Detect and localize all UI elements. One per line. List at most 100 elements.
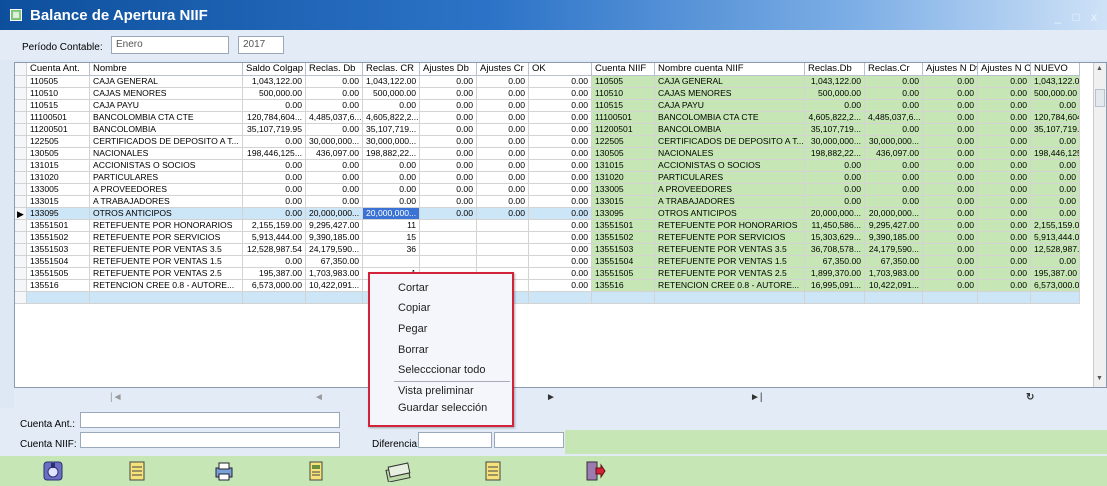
table-cell[interactable]: 0.00 (306, 88, 363, 100)
table-cell[interactable]: 0.00 (529, 268, 592, 280)
scroll-thumb[interactable] (1095, 89, 1105, 107)
table-cell[interactable]: 0.00 (477, 172, 529, 184)
table-cell[interactable]: 5,913,444.00 (243, 232, 306, 244)
table-cell[interactable]: 9,295,427.00 (306, 220, 363, 232)
table-cell[interactable]: 11 (363, 220, 420, 232)
table-cell[interactable]: CAJA PAYU (90, 100, 243, 112)
row-indicator[interactable] (15, 88, 27, 100)
table-cell[interactable]: 198,882,22... (363, 148, 420, 160)
table-cell[interactable]: NACIONALES (90, 148, 243, 160)
row-indicator[interactable]: ▶ (15, 208, 27, 220)
table-cell[interactable]: 6,573,000.00 (1031, 280, 1080, 292)
row-indicator[interactable] (15, 112, 27, 124)
table-cell[interactable]: 35,107,719.95 (243, 124, 306, 136)
table-cell[interactable]: 0.00 (1031, 172, 1080, 184)
table-cell[interactable]: CAJA GENERAL (90, 76, 243, 88)
table-cell[interactable] (420, 220, 477, 232)
table-cell[interactable]: 12,528,987.54 (1031, 244, 1080, 256)
row-indicator[interactable] (15, 172, 27, 184)
table-cell[interactable]: 122505 (592, 136, 655, 148)
row-indicator[interactable] (15, 292, 27, 304)
row-indicator[interactable] (15, 148, 27, 160)
table-cell[interactable]: 0.00 (306, 160, 363, 172)
refresh-icon[interactable]: ↻ (1026, 392, 1034, 403)
table-cell[interactable] (1031, 292, 1080, 304)
context-menu-item[interactable]: Selecccionar todo (398, 364, 485, 376)
table-cell[interactable]: 0.00 (529, 208, 592, 220)
table-cell[interactable]: 10,422,091... (865, 280, 923, 292)
table-cell[interactable]: 198,446,125... (1031, 148, 1080, 160)
table-cell[interactable]: 0.00 (805, 172, 865, 184)
column-header[interactable]: Nombre (90, 63, 243, 76)
table-cell[interactable]: A PROVEEDORES (90, 184, 243, 196)
column-header[interactable]: Ajustes N Cr (978, 63, 1031, 76)
row-indicator[interactable] (15, 136, 27, 148)
table-cell[interactable]: 0.00 (529, 100, 592, 112)
table-cell[interactable] (805, 292, 865, 304)
table-cell[interactable]: 2,155,159.00 (243, 220, 306, 232)
table-cell[interactable]: 0.00 (923, 232, 978, 244)
table-cell[interactable]: 0.00 (923, 256, 978, 268)
table-cell[interactable]: 135516 (592, 280, 655, 292)
table-cell[interactable]: 0.00 (978, 124, 1031, 136)
table-cell[interactable]: 0.00 (420, 184, 477, 196)
table-row[interactable]: 131015 ACCIONISTAS O SOCIOS 0.00 0.00 0.00 0.… (15, 160, 1106, 172)
table-cell[interactable]: 0.00 (243, 256, 306, 268)
table-cell[interactable]: 0.00 (1031, 136, 1080, 148)
table-cell[interactable]: RETEFUENTE POR SERVICIOS (655, 232, 805, 244)
table-cell[interactable]: 4,485,037,6... (306, 112, 363, 124)
table-cell[interactable]: 0.00 (306, 196, 363, 208)
column-header[interactable]: Reclas.Db (805, 63, 865, 76)
table-row[interactable]: 122505 CERTIFICADOS DE DEPOSITO A T... 0.0… (15, 136, 1106, 148)
table-cell[interactable]: 0.00 (923, 220, 978, 232)
table-cell[interactable]: 35,107,719... (805, 124, 865, 136)
table-cell[interactable]: 30,000,000... (805, 136, 865, 148)
table-cell[interactable]: 0.00 (865, 196, 923, 208)
table-cell[interactable]: 122505 (27, 136, 90, 148)
table-cell[interactable]: 1,043,122.00 (805, 76, 865, 88)
table-cell[interactable]: RETEFUENTE POR VENTAS 2.5 (90, 268, 243, 280)
scroll-down-icon[interactable]: ▼ (1096, 375, 1103, 382)
table-cell[interactable]: 1,899,370.00 (805, 268, 865, 280)
table-row[interactable]: 13551503 RETEFUENTE POR VENTAS 3.5 12,528,… (15, 244, 1106, 256)
table-cell[interactable]: 0.00 (420, 88, 477, 100)
table-cell[interactable]: 0.00 (477, 112, 529, 124)
row-indicator[interactable] (15, 160, 27, 172)
cuenta-ant-field[interactable] (80, 412, 340, 428)
table-cell[interactable]: 0.00 (978, 244, 1031, 256)
table-cell[interactable]: 0.00 (865, 100, 923, 112)
table-cell[interactable]: 0.00 (923, 172, 978, 184)
table-cell[interactable]: 35,107,719.95 (1031, 124, 1080, 136)
table-cell[interactable]: 13551504 (27, 256, 90, 268)
nav-last-button[interactable]: ►| (750, 392, 763, 403)
table-cell[interactable] (477, 232, 529, 244)
table-cell[interactable]: ACCIONISTAS O SOCIOS (655, 160, 805, 172)
table-cell[interactable]: 120,784,604... (243, 112, 306, 124)
table-cell[interactable]: 30,000,000... (363, 136, 420, 148)
table-cell[interactable]: 0.00 (923, 76, 978, 88)
table-cell[interactable]: 0.00 (978, 268, 1031, 280)
row-indicator[interactable] (15, 124, 27, 136)
table-cell[interactable]: 0.00 (865, 76, 923, 88)
table-cell[interactable]: 130505 (592, 148, 655, 160)
table-cell[interactable]: CERTIFICADOS DE DEPOSITO A T... (655, 136, 805, 148)
table-cell[interactable]: 0.00 (978, 112, 1031, 124)
table-cell[interactable]: 130505 (27, 148, 90, 160)
table-cell[interactable]: 133005 (592, 184, 655, 196)
table-cell[interactable]: 0.00 (420, 136, 477, 148)
table-cell[interactable]: 9,295,427.00 (865, 220, 923, 232)
table-cell[interactable]: 15,303,629... (805, 232, 865, 244)
table-cell[interactable]: 36,708,578... (805, 244, 865, 256)
table-cell[interactable]: 0.00 (978, 160, 1031, 172)
table-cell[interactable]: 0.00 (805, 184, 865, 196)
table-cell[interactable]: 0.00 (420, 172, 477, 184)
table-row[interactable]: 131020 PARTICULARES 0.00 0.00 0.00 0.00 0.00 0.… (15, 172, 1106, 184)
table-cell[interactable]: 0.00 (805, 160, 865, 172)
table-cell[interactable]: 0.00 (420, 208, 477, 220)
column-header[interactable]: Reclas. CR (363, 63, 420, 76)
table-cell[interactable]: 0.00 (978, 172, 1031, 184)
table-cell[interactable]: 0.00 (477, 100, 529, 112)
balance-grid[interactable]: Cuenta Ant. Nombre Saldo Colgap Reclas. Db R… (14, 62, 1107, 388)
table-cell[interactable]: 0.00 (923, 244, 978, 256)
table-row[interactable]: 11200501 BANCOLOMBIA 35,107,719.95 0.00 35,1… (15, 124, 1106, 136)
